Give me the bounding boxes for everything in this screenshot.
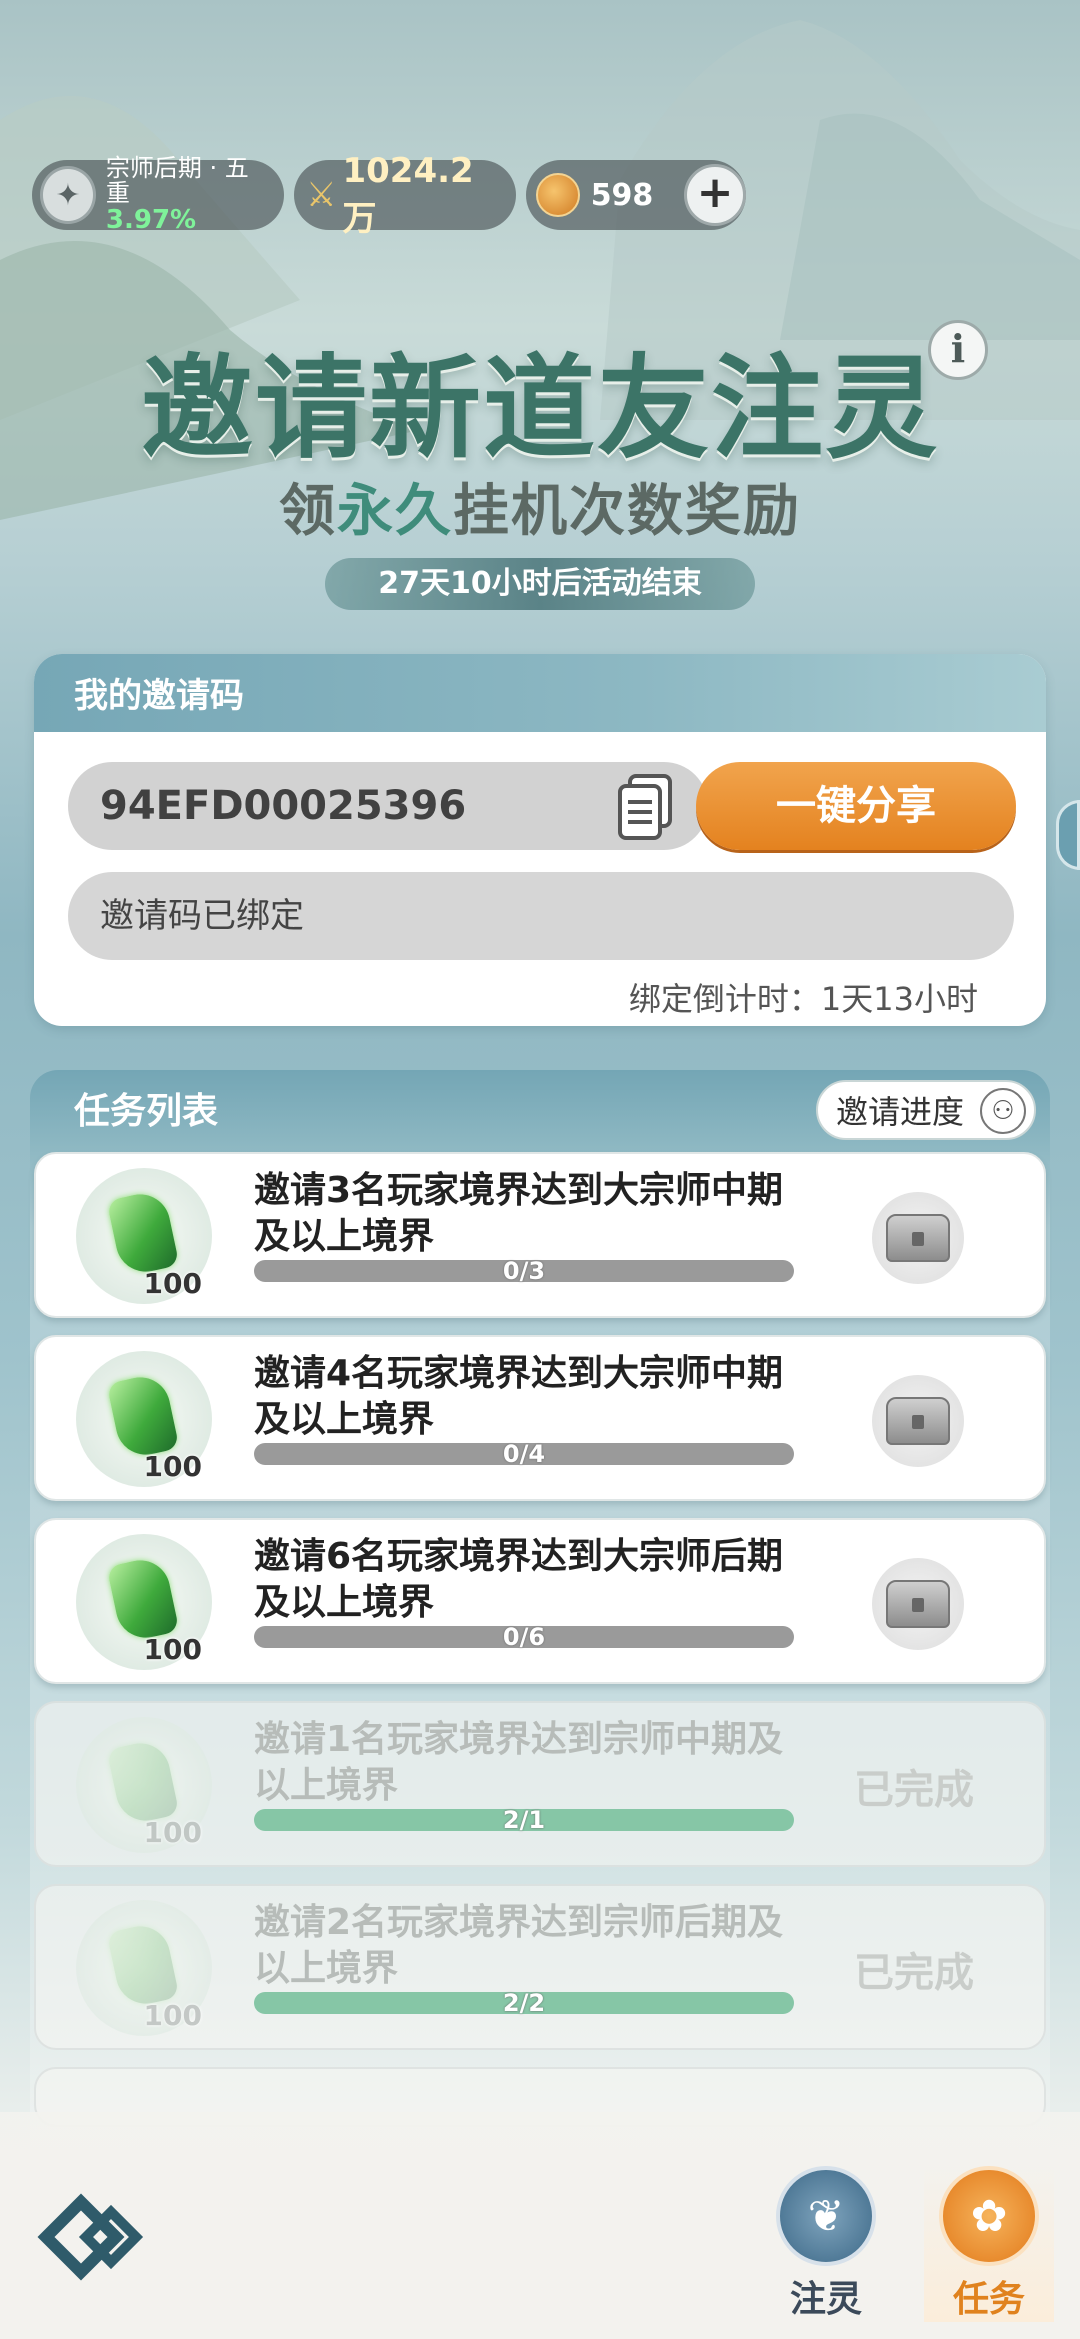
- user-plus-icon: ⚇: [980, 1088, 1026, 1134]
- event-title: 邀请新道友注灵: [0, 318, 1080, 480]
- copy-icon[interactable]: [614, 772, 678, 842]
- jade-gem-icon: [106, 1920, 180, 2010]
- invite-progress-label: 邀请进度: [836, 1093, 965, 1131]
- subtitle-part2: 挂机次数奖励: [453, 479, 801, 544]
- reward-count: 100: [143, 1999, 202, 2032]
- task-row: 100 邀请2名玩家境界达到宗师后期及以上境界 2/2 已完成: [34, 1884, 1046, 2050]
- task-progress-label: 2/2: [502, 1989, 546, 2017]
- spirit-leaf-icon: ❦: [776, 2166, 876, 2266]
- subtitle-part1: 领: [279, 479, 337, 544]
- invite-progress-button[interactable]: 邀请进度 ⚇: [816, 1080, 1036, 1140]
- task-progress-label: 0/3: [502, 1257, 546, 1285]
- treasure-chest-icon[interactable]: [872, 1375, 964, 1467]
- task-list: 100 邀请3名玩家境界达到大宗师中期及以上境界 0/3 100 邀请4名玩家境…: [34, 1152, 1046, 2144]
- nav-task[interactable]: ✿ 任务: [924, 2162, 1054, 2322]
- nav-zhuling-label: 注灵: [789, 2279, 862, 2320]
- share-button[interactable]: 一键分享: [696, 762, 1016, 850]
- task-description: 邀请2名玩家境界达到宗师后期及以上境界: [254, 1902, 784, 1989]
- task-description: 邀请3名玩家境界达到大宗师中期及以上境界: [254, 1170, 784, 1257]
- task-scroll-icon: ✿: [939, 2166, 1039, 2266]
- reward-count: 100: [143, 1633, 202, 1666]
- treasure-chest-icon[interactable]: [872, 1558, 964, 1650]
- coin-value: 598: [590, 177, 654, 213]
- power-value: 1024.2万: [342, 150, 474, 239]
- invite-code-field[interactable]: 94EFD00025396: [68, 762, 708, 850]
- task-description: 邀请1名玩家境界达到宗师中期及以上境界: [254, 1719, 784, 1806]
- jade-gem-icon: [106, 1554, 180, 1644]
- task-row: 100 邀请1名玩家境界达到宗师中期及以上境界 2/1 已完成: [34, 1701, 1046, 1867]
- jade-gem-icon: [106, 1371, 180, 1461]
- invite-code-card: 我的邀请码 94EFD00025396 一键分享 邀请码已绑定 绑定倒计时：1天…: [34, 654, 1046, 1026]
- title-part1: 邀请新道友: [141, 344, 711, 474]
- reward-icon: 100: [76, 1351, 212, 1487]
- bind-countdown: 绑定倒计时：1天13小时: [628, 980, 978, 1018]
- power-pill: ⚔ 1024.2万: [294, 151, 516, 239]
- reward-icon: 100: [76, 1534, 212, 1670]
- title-part2: 灵: [825, 344, 939, 474]
- info-button[interactable]: i: [928, 320, 988, 380]
- crossed-swords-icon: ⚔: [306, 175, 337, 215]
- task-row: 100 邀请6名玩家境界达到大宗师后期及以上境界 0/6: [34, 1518, 1046, 1684]
- task-row: 100 邀请3名玩家境界达到大宗师中期及以上境界 0/3: [34, 1152, 1046, 1318]
- subtitle-highlight: 永久: [337, 479, 453, 544]
- reward-icon: 100: [76, 1717, 212, 1853]
- back-logo-icon[interactable]: [36, 2192, 146, 2282]
- reward-count: 100: [143, 1816, 202, 1849]
- reward-count: 100: [143, 1267, 202, 1300]
- task-progress-label: 2/1: [502, 1806, 546, 1834]
- event-countdown: 27天10小时后活动结束: [325, 558, 755, 610]
- jade-gem-icon: [106, 1188, 180, 1278]
- rank-title: 宗师后期 · 五重: [105, 154, 249, 208]
- nav-zhuling[interactable]: ❦ 注灵: [766, 2162, 886, 2322]
- completed-label: 已完成: [854, 1950, 974, 1996]
- resource-bar: ✦ 宗师后期 · 五重 3.97% ⚔ 1024.2万 598 +: [32, 151, 746, 239]
- reward-icon: 100: [76, 1900, 212, 2036]
- invite-card-header: 我的邀请码: [34, 654, 1046, 732]
- reward-icon: 100: [76, 1168, 212, 1304]
- event-subtitle: 领永久挂机次数奖励: [0, 466, 1080, 547]
- task-progress-label: 0/6: [502, 1623, 546, 1651]
- rank-percent: 3.97%: [105, 204, 197, 235]
- completed-label: 已完成: [854, 1767, 974, 1813]
- task-description: 邀请6名玩家境界达到大宗师后期及以上境界: [254, 1536, 784, 1623]
- bound-status-field: 邀请码已绑定: [68, 872, 1014, 960]
- jade-coin-icon: [536, 173, 580, 217]
- bottom-nav: ❦ 注灵 ✿ 任务: [0, 2112, 1080, 2339]
- jade-gem-icon: [106, 1737, 180, 1827]
- currency-pill: 598 +: [526, 160, 746, 230]
- add-currency-button[interactable]: +: [684, 164, 746, 226]
- task-progress-label: 0/4: [502, 1440, 546, 1468]
- task-list-header: 任务列表: [74, 1091, 219, 1132]
- treasure-chest-icon[interactable]: [872, 1192, 964, 1284]
- reward-count: 100: [143, 1450, 202, 1483]
- title-highlight: 注: [711, 344, 825, 474]
- rank-pill[interactable]: ✦ 宗师后期 · 五重 3.97%: [32, 155, 284, 233]
- task-description: 邀请4名玩家境界达到大宗师中期及以上境界: [254, 1353, 784, 1440]
- task-row: 100 邀请4名玩家境界达到大宗师中期及以上境界 0/4: [34, 1335, 1046, 1501]
- rank-avatar-icon: ✦: [40, 166, 96, 224]
- nav-task-label: 任务: [952, 2279, 1025, 2320]
- side-drawer-tab[interactable]: [1056, 800, 1080, 870]
